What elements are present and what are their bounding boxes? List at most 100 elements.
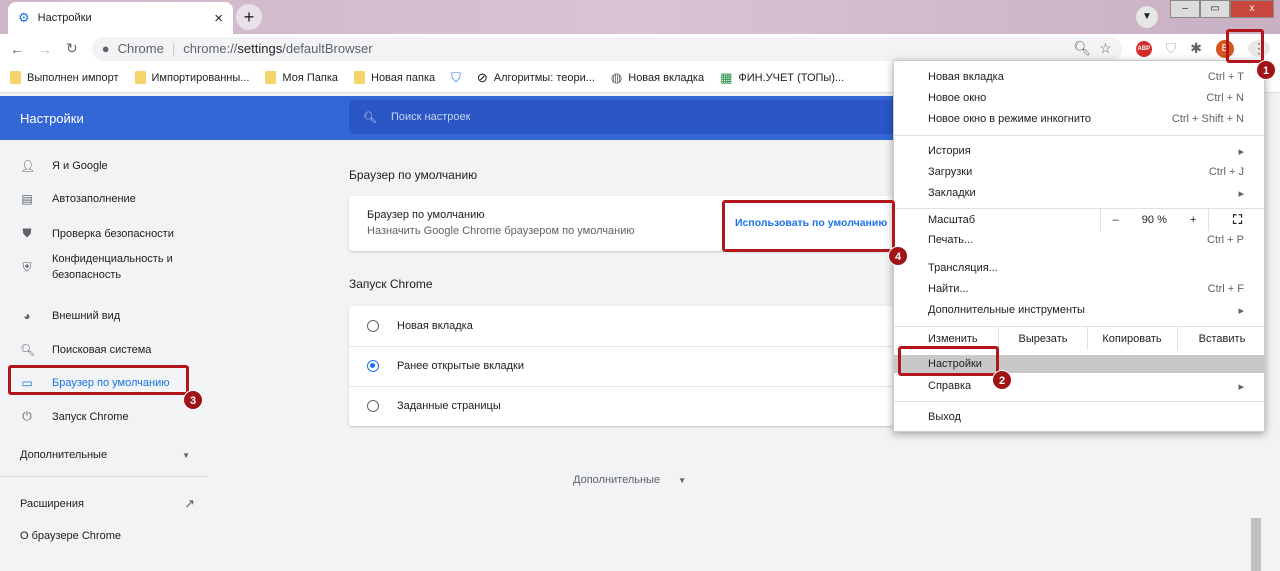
gear-icon: ⚙ [18, 10, 30, 25]
label-line: Автозаполнение [52, 193, 136, 205]
maximize-button[interactable]: ▭ [1200, 0, 1230, 18]
sidebar-extensions[interactable]: Расширения ↗ [20, 496, 195, 512]
label-line: Я и Google [52, 160, 108, 172]
sidebar-item-label: Поисковая система [52, 344, 151, 356]
tab-close-button[interactable]: × [214, 10, 223, 27]
back-icon[interactable]: ← [10, 41, 24, 57]
cut-button[interactable]: Вырезать [998, 327, 1087, 350]
radio-button[interactable] [367, 360, 379, 372]
menu-shortcut: Ctrl + J [1208, 166, 1244, 178]
menu-item-label: Печать... [928, 234, 974, 246]
bookmark-item[interactable]: Новая папка [354, 71, 435, 84]
search-input[interactable]: 🔍︎ Поиск настроек [349, 100, 893, 134]
menu-item-label: Выход [928, 411, 961, 423]
advanced-label: Дополнительные [573, 474, 661, 486]
menu-item[interactable]: Печать... Ctrl + P [928, 234, 1244, 246]
sidebar-advanced[interactable]: Дополнительные ▼ [20, 449, 190, 461]
radio-button[interactable] [367, 320, 379, 332]
scrollbar-thumb[interactable] [1251, 518, 1261, 571]
adblock-icon[interactable]: ABP [1135, 40, 1152, 57]
sidebar-item[interactable]: 👤︎ Я и Google [20, 159, 200, 173]
bookmark-item[interactable]: ▦ ФИН.УЧЕТ (ТОПы)... [720, 70, 844, 86]
reload-icon[interactable]: ↻ [66, 40, 78, 57]
sidebar-item[interactable]: ◕ Внешний вид [20, 309, 200, 323]
chrome-menu: Новая вкладка Ctrl + T Новое окно Ctrl + N Н… [893, 60, 1265, 432]
radio-button[interactable] [367, 400, 379, 412]
bookmark-item[interactable]: Моя Папка [265, 71, 338, 84]
bookmark-item[interactable]: ⛉ [451, 70, 461, 86]
sidebar-item[interactable]: 🔍︎ Поисковая система [20, 343, 200, 357]
paste-button[interactable]: Вставить [1177, 327, 1266, 350]
menu-shortcut: Ctrl + P [1207, 234, 1244, 246]
submenu-arrow-icon: ▸ [1238, 305, 1244, 317]
sidebar-item[interactable]: ⏻ Запуск Chrome [20, 409, 200, 424]
tab-settings[interactable]: ⚙ Настройки × [8, 2, 233, 34]
menu-item[interactable]: Новое окно в режиме инкогнито Ctrl + Shif… [928, 113, 1244, 125]
zoom-icon[interactable]: 🔍︎ [1073, 40, 1091, 57]
menu-item[interactable]: Выход [928, 411, 1244, 423]
star-icon[interactable]: ☆ [1099, 40, 1112, 57]
address-bar[interactable]: ● Chrome | chrome://settings/defaultBrow… [91, 36, 1122, 61]
bookmark-label: ФИН.УЧЕТ (ТОПы)... [738, 71, 845, 84]
window-close-button[interactable]: x [1230, 0, 1274, 18]
puzzle-icon[interactable]: ✱ [1190, 40, 1202, 57]
url-path: /defaultBrowser [282, 41, 373, 56]
menu-item[interactable]: Новое окно Ctrl + N [928, 92, 1244, 104]
label-line: Конфиденциальность и [52, 253, 173, 265]
menu-item[interactable]: Найти... Ctrl + F [928, 283, 1244, 295]
annotation-badge-2: 2 [992, 370, 1012, 390]
menu-item[interactable]: Дополнительные инструменты ▸ [928, 304, 1244, 317]
menu-item-label: Загрузки [928, 166, 973, 178]
menu-item[interactable]: Трансляция... [928, 262, 1244, 274]
startup-radio[interactable]: Заданные страницы [367, 400, 501, 412]
radio-label: Заданные страницы [397, 400, 501, 412]
sidebar-item-label: Автозаполнение [52, 193, 136, 205]
menu-item-label: Дополнительные инструменты [928, 304, 1085, 316]
menu-shortcut: Ctrl + T [1207, 71, 1244, 83]
edit-label: Изменить [928, 333, 978, 345]
zoom-in-button[interactable]: + [1190, 214, 1196, 226]
fullscreen-button[interactable]: ⛶ [1208, 209, 1266, 231]
profile-menu-icon[interactable]: ▼ [1136, 6, 1158, 28]
bookmark-label: Новая папка [371, 71, 436, 84]
menu-item[interactable]: Новая вкладка Ctrl + T [928, 71, 1244, 83]
forward-icon[interactable]: → [38, 41, 52, 57]
bookmark-item[interactable]: ◍ Новая вкладка [611, 70, 704, 86]
menu-item[interactable]: Загрузки Ctrl + J [928, 166, 1244, 178]
shield-extension-icon[interactable]: ⛉ [1166, 40, 1177, 57]
sidebar-item[interactable]: ⛊ Проверка безопасности [20, 226, 200, 241]
submenu-arrow-icon: ▸ [1238, 146, 1244, 158]
caret-down-icon: ▼ [678, 476, 686, 485]
sidebar-item[interactable]: ⛨ Конфиденциальность и безопасность [20, 253, 200, 281]
zoom-out-button[interactable]: – [1113, 214, 1119, 226]
menu-item[interactable]: Справка ▸ [928, 380, 1244, 393]
menu-shortcut: Ctrl + F [1207, 283, 1244, 295]
open-external-icon: ↗ [184, 496, 195, 511]
new-tab-button[interactable]: + [236, 4, 262, 30]
bookmark-label: Новая вкладка [628, 71, 705, 84]
default-browser-subtitle: Назначить Google Chrome браузером по умо… [367, 225, 635, 237]
startup-card: Новая вкладка Ранее открытые вкладки Задан… [349, 306, 893, 426]
sheets-icon: ▦ [720, 69, 733, 85]
annotation-badge-4: 4 [888, 246, 908, 266]
advanced-toggle[interactable]: Дополнительные ▼ [573, 474, 686, 487]
site-info-icon[interactable]: ● [102, 41, 110, 56]
sidebar-item-label: Внешний вид [52, 310, 120, 322]
menu-item[interactable]: История ▸ [928, 145, 1244, 158]
folder-icon [354, 71, 365, 84]
minimize-button[interactable]: – [1170, 0, 1200, 18]
copy-button[interactable]: Копировать [1087, 327, 1176, 350]
bookmark-label: Импортированны... [151, 71, 250, 84]
sidebar-item[interactable]: ▤ Автозаполнение [20, 192, 200, 206]
startup-radio[interactable]: Ранее открытые вкладки [367, 360, 524, 372]
startup-radio[interactable]: Новая вкладка [367, 320, 473, 332]
bookmark-item[interactable]: Выполнен импорт [10, 71, 119, 84]
annotation-box-2 [898, 346, 999, 376]
bookmark-item[interactable]: ⊘ Алгоритмы: теори... [477, 70, 595, 86]
bookmark-item[interactable]: Импортированны... [134, 71, 250, 84]
divider [0, 476, 208, 477]
sidebar-about[interactable]: О браузере Chrome [20, 530, 200, 542]
menu-item[interactable]: Закладки ▸ [928, 187, 1244, 200]
menu-item-label: Справка [928, 380, 972, 392]
default-browser-heading: Браузер по умолчанию [349, 168, 478, 182]
